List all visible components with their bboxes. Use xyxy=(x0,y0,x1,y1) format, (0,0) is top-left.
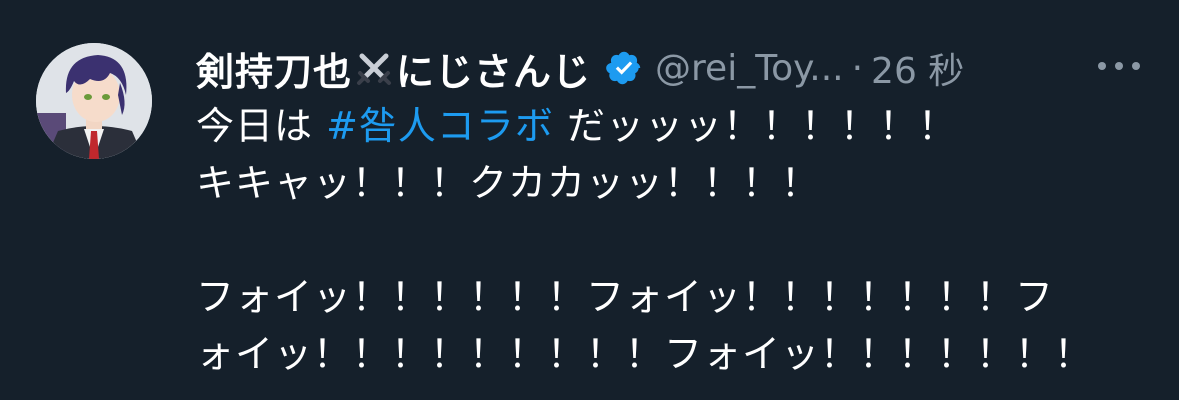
display-name[interactable]: 剣持刀也 にじさんじ xyxy=(196,41,591,96)
more-options-icon[interactable] xyxy=(1094,58,1144,74)
tweet-line-1: 今日は #咎人コラボ だッッッ！！！！！！ xyxy=(196,98,1156,155)
avatar[interactable] xyxy=(36,43,152,159)
tweet-text-suffix: だッッッ！！！！！！ xyxy=(553,104,958,148)
tweet-line-2: キキャッ！！！クカカッッ！！！！ xyxy=(196,161,821,205)
display-name-part1[interactable]: 剣持刀也 xyxy=(196,41,352,96)
separator-dot: · xyxy=(851,47,864,89)
tweet[interactable]: 剣持刀也 にじさんじ @rei_Toy... · 26 秒 今日は #咎人コラボ… xyxy=(0,0,1179,400)
verified-badge-icon xyxy=(606,51,641,85)
tweet-text: 今日は #咎人コラボ だッッッ！！！！！！ キキャッ！！！クカカッッ！！！！ フ… xyxy=(196,98,1156,383)
display-name-part2[interactable]: にじさんじ xyxy=(396,41,591,96)
tweet-line-3 xyxy=(196,212,1156,269)
tweet-line-4: フォイッ！！！！！！フォイッ！！！！！！！フ xyxy=(196,275,1055,319)
hashtag-link[interactable]: #咎人コラボ xyxy=(326,104,554,148)
tweet-line-5: ォイッ！！！！！！！！！フォイッ！！！！！！！ xyxy=(196,332,1094,376)
crossed-swords-icon xyxy=(357,53,392,85)
handle[interactable]: @rei_Toy... xyxy=(655,48,844,89)
tweet-text-prefix: 今日は xyxy=(196,104,327,148)
timestamp[interactable]: 26 秒 xyxy=(871,42,964,94)
tweet-header: 剣持刀也 にじさんじ @rei_Toy... · 26 秒 xyxy=(196,40,964,96)
